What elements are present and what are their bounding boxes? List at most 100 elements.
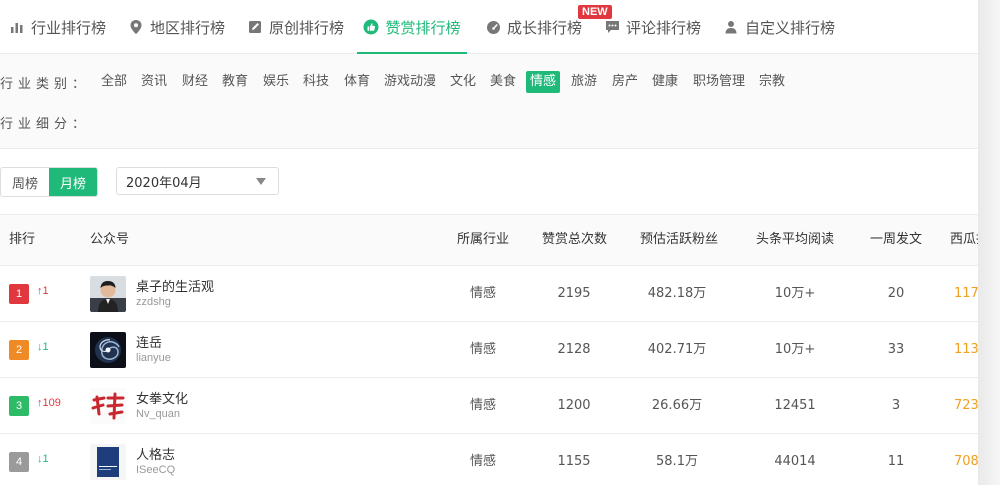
category-entertainment[interactable]: 娱乐 (263, 71, 289, 93)
account-id: Nv_quan (136, 408, 181, 420)
edit-square-icon (247, 19, 263, 35)
account-name[interactable]: 女拳文化 (136, 388, 188, 407)
thumbs-up-icon (363, 19, 379, 35)
table-row[interactable]: 2 ↓1 连岳 lianyue 情感 2128 402.71万 10万+ 33 … (0, 322, 978, 378)
cell-fans: 402.71万 (647, 342, 707, 357)
rank-badge: 4 (9, 452, 29, 472)
user-icon (723, 19, 739, 35)
cell-tips: 1200 (557, 398, 591, 413)
category-sports[interactable]: 体育 (344, 71, 370, 93)
header-rank[interactable]: 排行 (9, 215, 35, 265)
rank-change: ↑1 (37, 285, 49, 297)
header-tips[interactable]: 赞赏总次数 (542, 215, 607, 265)
tab-label: 地区排行榜 (150, 18, 226, 37)
category-health[interactable]: 健康 (652, 71, 678, 93)
cell-weekly: 11 (887, 454, 905, 469)
cell-index: 1174. (954, 286, 978, 301)
cell-tips: 2195 (557, 286, 591, 301)
avatar[interactable] (90, 388, 126, 424)
account-name[interactable]: 人格志 (136, 444, 175, 463)
category-food[interactable]: 美食 (490, 71, 516, 93)
table-row[interactable]: 3 ↑109 女拳文化 Nv_quan 情感 1200 26.66万 12451… (0, 378, 978, 434)
map-pin-icon (128, 19, 144, 35)
account-id: zzdshg (136, 296, 171, 308)
header-weekly[interactable]: 一周发文 (870, 215, 922, 265)
cell-index: 723.4 (954, 398, 978, 413)
cell-reads: 10万+ (774, 342, 816, 357)
cell-fans: 482.18万 (647, 286, 707, 301)
weekly-button[interactable]: 周榜 (1, 168, 49, 196)
rank-badge: 1 (9, 284, 29, 304)
account-name[interactable]: 连岳 (136, 332, 162, 351)
rank-badge: 2 (9, 340, 29, 360)
category-culture[interactable]: 文化 (450, 71, 476, 93)
cell-industry: 情感 (469, 398, 496, 413)
bar-chart-icon (9, 19, 25, 35)
category-finance[interactable]: 财经 (182, 71, 208, 93)
tab-label: 赞赏排行榜 (385, 18, 461, 37)
header-industry[interactable]: 所属行业 (457, 215, 509, 265)
tab-label: 自定义排行榜 (745, 18, 836, 37)
category-all[interactable]: 全部 (101, 71, 127, 93)
tab-comment[interactable]: 评论排行榜 (604, 0, 701, 54)
account-id: ISeeCQ (136, 464, 176, 476)
account-id: lianyue (136, 352, 171, 364)
avatar[interactable] (90, 444, 126, 480)
header-reads[interactable]: 头条平均阅读 (756, 215, 834, 265)
category-tech[interactable]: 科技 (303, 71, 329, 93)
category-career[interactable]: 职场管理 (693, 71, 745, 93)
cell-reads: 44014 (774, 454, 816, 469)
avatar[interactable] (90, 276, 126, 312)
table-row[interactable]: 1 ↑1 桌子的生活观 zzdshg 情感 2195 482.18万 10万+ … (0, 266, 978, 322)
cell-fans: 26.66万 (651, 398, 703, 413)
tab-label: 成长排行榜 (507, 18, 583, 37)
cell-index: 1139. (954, 342, 978, 357)
category-education[interactable]: 教育 (222, 71, 248, 93)
cell-weekly: 3 (891, 398, 901, 413)
ranking-page: 行业排行榜 地区排行榜 原创排行榜 赞赏排行榜 成长排行榜 NEW 评论排行榜 … (0, 0, 978, 485)
tab-growth[interactable]: 成长排行榜 (485, 0, 582, 54)
cell-weekly: 20 (887, 286, 905, 301)
table-header: 排行 公众号 所属行业 赞赏总次数 预估活跃粉丝 头条平均阅读 一周发文 西瓜指… (0, 214, 978, 266)
tab-label: 行业排行榜 (31, 18, 107, 37)
period-toggle: 周榜 月榜 (0, 167, 98, 197)
header-index[interactable]: 西瓜指数 (950, 215, 978, 265)
industry-subcategory-label: 行业细分： (0, 117, 91, 132)
rank-change: ↓1 (37, 341, 49, 353)
tab-appreciation[interactable]: 赞赏排行榜 (357, 0, 467, 54)
comment-icon (604, 19, 620, 35)
industry-category-label: 行业类别： (0, 77, 91, 92)
rank-badge: 3 (9, 396, 29, 416)
category-realestate[interactable]: 房产 (612, 71, 638, 93)
cell-reads: 12451 (774, 398, 816, 413)
category-news[interactable]: 资讯 (141, 71, 167, 93)
ranking-tabs: 行业排行榜 地区排行榜 原创排行榜 赞赏排行榜 成长排行榜 NEW 评论排行榜 … (0, 0, 978, 54)
filter-panel (0, 54, 978, 149)
table-row[interactable]: 4 ↓1 人格志 ISeeCQ 情感 1155 58.1万 44014 11 7… (0, 434, 978, 485)
avatar[interactable] (90, 332, 126, 368)
cell-fans: 58.1万 (656, 454, 698, 469)
category-religion[interactable]: 宗教 (759, 71, 785, 93)
cell-weekly: 33 (887, 342, 905, 357)
category-emotion[interactable]: 情感 (526, 71, 561, 93)
account-name[interactable]: 桌子的生活观 (136, 276, 214, 295)
growth-gauge-icon (485, 19, 501, 35)
tab-custom[interactable]: 自定义排行榜 (723, 0, 835, 54)
cell-industry: 情感 (469, 286, 496, 301)
tab-label: 评论排行榜 (626, 18, 702, 37)
header-fans[interactable]: 预估活跃粉丝 (640, 215, 718, 265)
month-select-value: 2020年04月 (126, 175, 202, 191)
tab-region[interactable]: 地区排行榜 (128, 0, 225, 54)
cell-index: 708.6 (954, 454, 978, 469)
tab-industry[interactable]: 行业排行榜 (9, 0, 106, 54)
cell-industry: 情感 (469, 342, 496, 357)
month-select[interactable]: 2020年04月 (116, 167, 279, 195)
monthly-button[interactable]: 月榜 (49, 168, 97, 196)
category-games-anime[interactable]: 游戏动漫 (384, 71, 436, 93)
tab-original[interactable]: 原创排行榜 (247, 0, 344, 54)
rank-change: ↓1 (37, 453, 49, 465)
page-edge-shadow (978, 0, 1000, 485)
cell-reads: 10万+ (774, 286, 816, 301)
header-account[interactable]: 公众号 (90, 215, 129, 265)
category-travel[interactable]: 旅游 (571, 71, 597, 93)
